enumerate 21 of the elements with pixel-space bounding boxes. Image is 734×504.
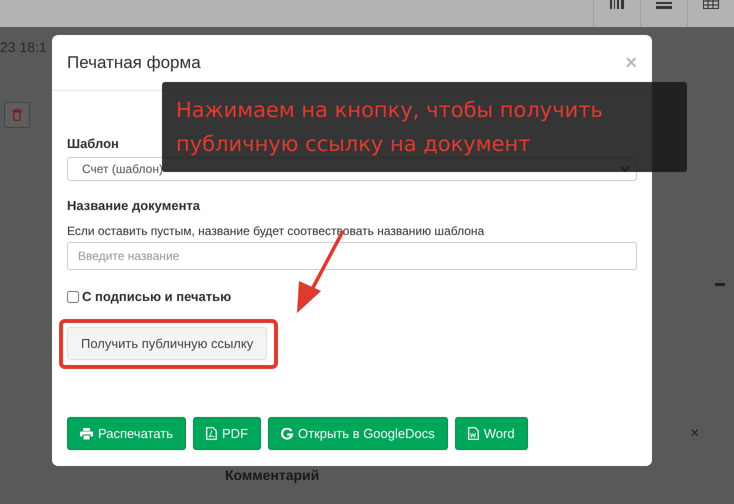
trash-icon <box>12 109 22 121</box>
help-text: Если оставить пустым, название будет соотвествовать названию шаблона <box>67 224 486 238</box>
word-button[interactable]: Word <box>454 417 528 450</box>
comment-label: Комментарий <box>225 467 320 483</box>
printer-icon <box>80 428 93 440</box>
document-name-label: Название документа <box>67 198 200 213</box>
pdf-button[interactable]: PDF <box>193 417 262 450</box>
document-name-field[interactable]: Введите название <box>67 242 637 270</box>
dialog-title: Печатная форма <box>67 52 201 72</box>
google-icon <box>281 428 294 440</box>
pdf-file-icon <box>206 427 218 440</box>
public-link-button[interactable]: Получить публичную ссылку <box>67 327 268 360</box>
close-button[interactable]: × <box>625 52 637 72</box>
signature-checkbox[interactable] <box>67 290 79 302</box>
print-button[interactable]: Распечатать <box>67 417 186 450</box>
word-file-icon <box>468 427 479 440</box>
google-button[interactable]: Открыть в GoogleDocs <box>268 417 448 450</box>
template-label: Шаблон <box>67 136 119 151</box>
annotation-tooltip: Нажимаем на кнопку, чтобы получить публичную ссылку на документ <box>162 82 687 172</box>
clear-mark[interactable]: × <box>690 425 700 443</box>
signature-label: С подписью и печатью <box>82 289 232 304</box>
